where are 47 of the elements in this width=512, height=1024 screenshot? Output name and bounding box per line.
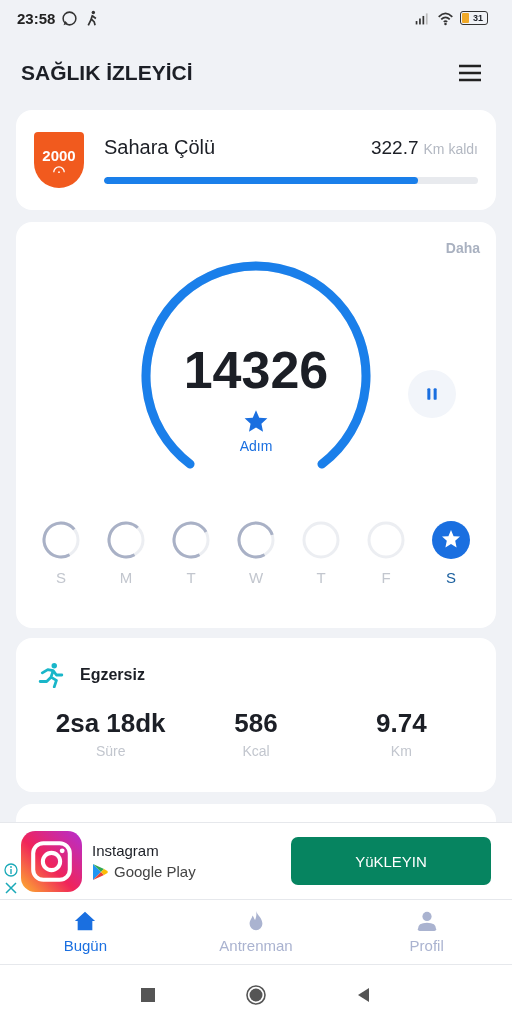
store-name: Google Play bbox=[114, 863, 196, 880]
day-label: F bbox=[381, 569, 391, 586]
day-label: S bbox=[56, 569, 66, 586]
info-icon[interactable] bbox=[3, 863, 18, 877]
day-label: T bbox=[186, 569, 196, 586]
challenge-card[interactable]: 2000 Sahara Çölü 322.7 Km kaldı bbox=[16, 110, 496, 210]
app-logo-icon bbox=[21, 830, 82, 892]
day-progress-ring[interactable] bbox=[236, 520, 276, 560]
play-store-icon bbox=[92, 862, 108, 881]
stat-label: Süre bbox=[95, 743, 126, 759]
gauge-icon bbox=[52, 166, 66, 173]
section-title: Egzersiz bbox=[80, 666, 145, 684]
day-label: W bbox=[248, 569, 264, 586]
star-icon bbox=[243, 408, 269, 434]
battery-icon: 31 bbox=[460, 11, 488, 25]
app-title: SAĞLIK İZLEYİCİ bbox=[21, 61, 194, 85]
pause-button[interactable] bbox=[408, 370, 456, 418]
day-label: T bbox=[316, 569, 326, 586]
menu-icon[interactable] bbox=[458, 63, 482, 83]
day-progress-ring[interactable] bbox=[106, 520, 146, 560]
stat-label: Kcal bbox=[242, 743, 270, 759]
home-button-icon[interactable] bbox=[246, 984, 266, 1005]
pause-icon bbox=[425, 387, 439, 401]
stat-label: Km bbox=[390, 743, 412, 759]
ad-app-name: Instagram bbox=[92, 841, 160, 859]
day-label: S bbox=[446, 569, 456, 586]
stat-value: 2sa 18dk bbox=[55, 708, 166, 739]
person-icon bbox=[415, 910, 438, 932]
badge-number: 2000 bbox=[42, 147, 76, 164]
step-label: Adım bbox=[239, 438, 273, 454]
running-icon bbox=[38, 662, 64, 688]
stat-value: 9.74 bbox=[376, 708, 427, 739]
close-icon[interactable] bbox=[3, 881, 18, 895]
day-progress-ring[interactable] bbox=[41, 520, 81, 560]
chat-icon bbox=[61, 9, 79, 27]
day-label: M bbox=[119, 569, 133, 586]
challenge-name: Sahara Çölü bbox=[104, 136, 216, 159]
status-time: 23:58 bbox=[17, 9, 56, 27]
stat-value: 586 bbox=[234, 708, 278, 739]
remaining-distance: 322.7 bbox=[371, 137, 419, 159]
day-progress-ring[interactable] bbox=[171, 520, 211, 560]
day-complete-icon[interactable] bbox=[431, 520, 471, 560]
home-icon bbox=[74, 910, 97, 932]
nav-tab[interactable]: Bugün bbox=[0, 900, 171, 964]
remaining-unit: Km kaldı bbox=[423, 141, 478, 157]
install-button[interactable]: YüKLEYIN bbox=[291, 837, 491, 885]
step-count: 14326 bbox=[183, 340, 329, 400]
